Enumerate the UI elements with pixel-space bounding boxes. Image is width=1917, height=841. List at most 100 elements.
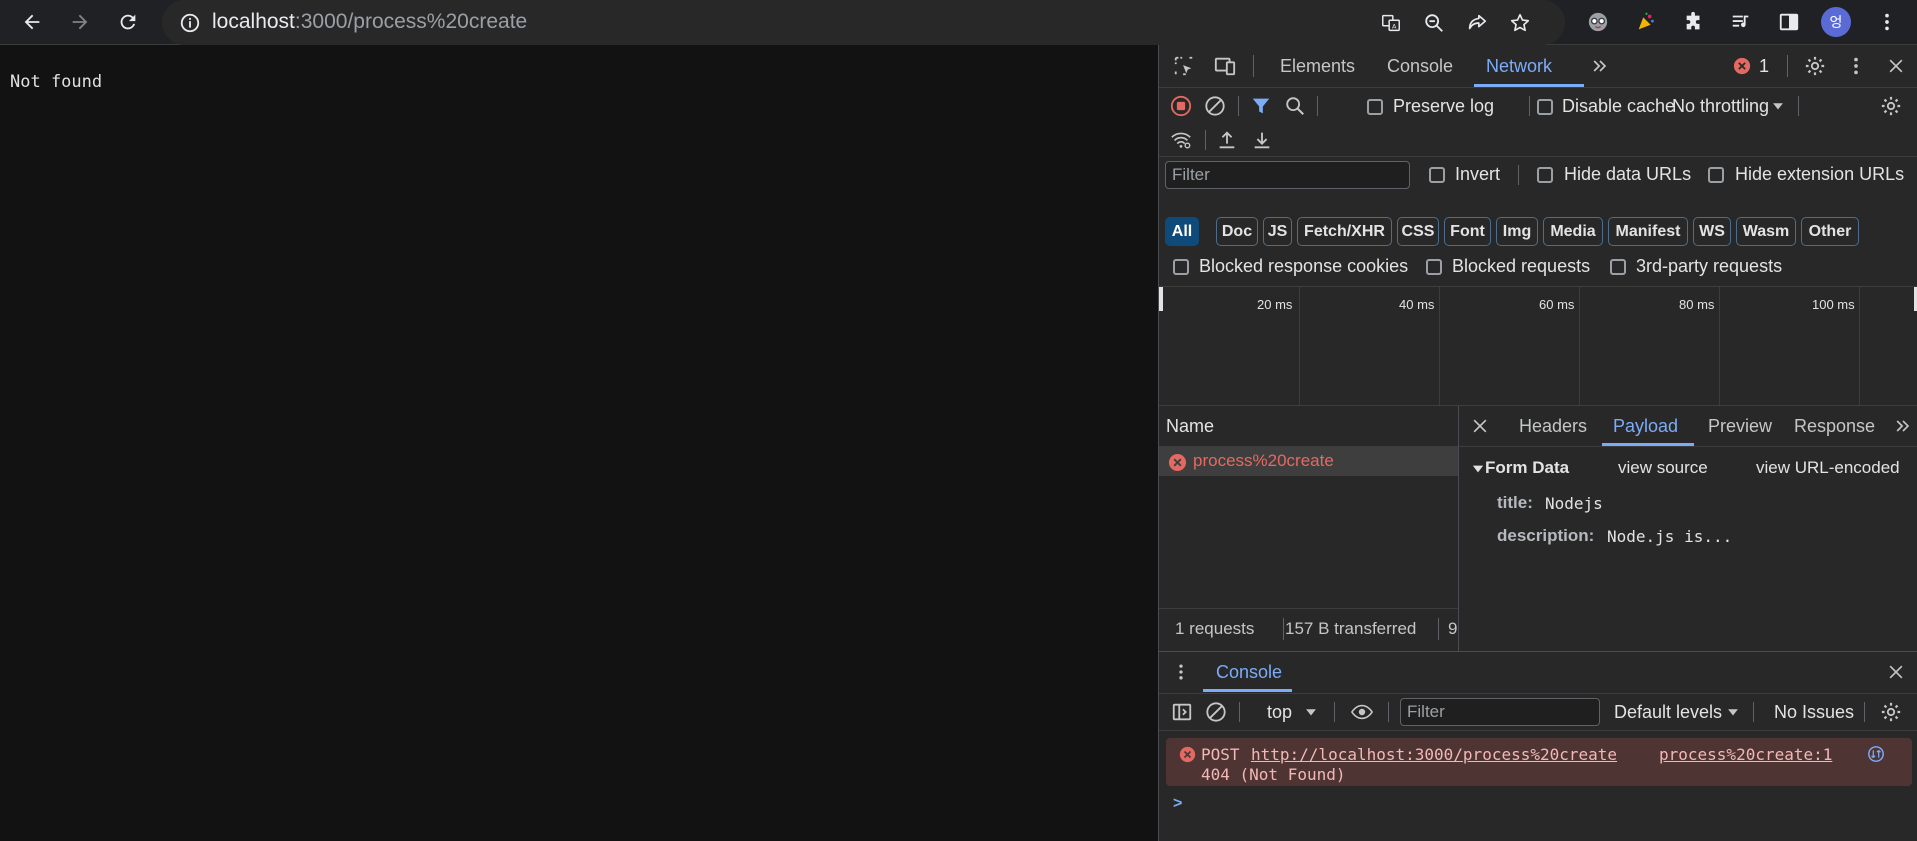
tab-response[interactable]: Response — [1794, 416, 1875, 437]
hide-extension-urls-checkbox[interactable] — [1708, 167, 1724, 183]
console-prompt[interactable]: > — [1173, 795, 1182, 813]
console-message-method: POST — [1201, 745, 1240, 764]
url-text: localhost:3000/process%20create — [212, 10, 528, 33]
close-devtools-icon[interactable] — [1881, 51, 1911, 81]
zoom-icon[interactable] — [1418, 7, 1450, 39]
console-message-source-link[interactable]: process%20create:1 — [1659, 745, 1832, 764]
chip-other[interactable]: Other — [1801, 217, 1859, 246]
filter-funnel-icon[interactable] — [1247, 92, 1275, 120]
device-toolbar-icon[interactable] — [1210, 51, 1240, 81]
issues-count[interactable]: No Issues — [1774, 702, 1854, 723]
blocked-response-cookies-checkbox[interactable] — [1173, 259, 1189, 275]
request-list: Name process%20create 1 requests 157 B t… — [1159, 406, 1458, 651]
bookmark-star-icon[interactable] — [1504, 7, 1536, 39]
close-details-icon[interactable] — [1467, 413, 1493, 439]
console-clear-icon[interactable] — [1202, 698, 1230, 726]
devtools-panel: Elements Console Network 1 Preserve log … — [1158, 45, 1917, 841]
forward-arrow-icon[interactable] — [64, 6, 96, 38]
tab-preview[interactable]: Preview — [1708, 416, 1772, 437]
export-har-icon[interactable] — [1248, 126, 1276, 154]
view-url-encoded-link[interactable]: view URL-encoded — [1756, 458, 1900, 478]
error-count-icon[interactable] — [1732, 56, 1752, 76]
clear-icon[interactable] — [1201, 92, 1229, 120]
back-arrow-icon[interactable] — [16, 6, 48, 38]
close-drawer-icon[interactable] — [1883, 659, 1909, 685]
form-field-value: Node.js is... — [1607, 527, 1733, 546]
network-conditions-icon[interactable] — [1167, 126, 1195, 154]
console-settings-gear-icon[interactable] — [1877, 698, 1905, 726]
chip-img[interactable]: Img — [1496, 217, 1538, 246]
network-filter-input[interactable]: Filter — [1165, 161, 1410, 189]
third-party-requests-checkbox[interactable] — [1610, 259, 1626, 275]
blocked-requests-label: Blocked requests — [1452, 256, 1591, 276]
chip-doc[interactable]: Doc — [1216, 217, 1258, 246]
disable-cache-checkbox[interactable] — [1537, 99, 1553, 115]
browser-toolbar: A localhost:3000/process%20create 엉 — [0, 0, 1917, 45]
chip-wasm[interactable]: Wasm — [1736, 217, 1796, 246]
network-timeline-overview[interactable]: 20 ms 40 ms 60 ms 80 ms 100 ms — [1159, 287, 1917, 405]
tab-console[interactable]: Console — [1387, 56, 1453, 77]
live-expression-eye-icon[interactable] — [1347, 698, 1377, 726]
browser-menu-icon[interactable] — [1871, 6, 1903, 38]
extensions-puzzle-icon[interactable] — [1678, 6, 1710, 38]
throttling-select[interactable]: No throttling — [1672, 96, 1769, 117]
console-filter-input[interactable]: Filter — [1400, 698, 1600, 726]
console-error-message[interactable]: POST http://localhost:3000/process%20cre… — [1166, 738, 1912, 786]
chip-all[interactable]: All — [1165, 217, 1199, 246]
tab-payload[interactable]: Payload — [1613, 416, 1678, 437]
extension-party-icon[interactable] — [1630, 6, 1662, 38]
log-levels-dropdown-icon[interactable] — [1723, 702, 1743, 722]
tab-elements[interactable]: Elements — [1280, 56, 1355, 77]
view-source-link[interactable]: view source — [1618, 458, 1708, 478]
network-request-link-icon[interactable] — [1866, 744, 1886, 764]
drawer-menu-icon[interactable] — [1168, 659, 1194, 685]
settings-gear-icon[interactable] — [1800, 51, 1830, 81]
error-count[interactable]: 1 — [1759, 56, 1769, 77]
invert-checkbox[interactable] — [1429, 167, 1445, 183]
inspect-element-icon[interactable] — [1169, 51, 1199, 81]
request-list-name-header[interactable]: Name — [1166, 416, 1214, 437]
table-row[interactable]: process%20create — [1159, 447, 1458, 476]
throttling-dropdown-icon[interactable] — [1768, 96, 1788, 116]
chip-font[interactable]: Font — [1444, 217, 1491, 246]
summary-request-count: 1 requests — [1175, 619, 1255, 638]
form-data-expand-icon[interactable] — [1471, 462, 1485, 476]
profile-avatar[interactable]: 엉 — [1820, 6, 1852, 38]
tab-headers[interactable]: Headers — [1519, 416, 1587, 437]
extension-glasses-icon[interactable] — [1582, 6, 1614, 38]
blocked-requests-checkbox[interactable] — [1426, 259, 1442, 275]
record-stop-icon[interactable] — [1167, 92, 1195, 120]
console-sidebar-icon[interactable] — [1168, 698, 1196, 726]
media-queue-icon[interactable] — [1725, 6, 1757, 38]
hide-data-urls-checkbox[interactable] — [1537, 167, 1553, 183]
reload-icon[interactable] — [112, 6, 144, 38]
preserve-log-checkbox[interactable] — [1367, 99, 1383, 115]
more-detail-tabs-chevron-icon[interactable] — [1891, 414, 1915, 438]
translate-icon[interactable]: A — [1375, 7, 1407, 39]
form-data-title[interactable]: Form Data — [1485, 458, 1569, 478]
timeline-start-handle[interactable] — [1159, 287, 1163, 311]
chip-media[interactable]: Media — [1543, 217, 1603, 246]
console-message-url[interactable]: http://localhost:3000/process%20create — [1251, 745, 1617, 764]
side-panel-icon[interactable] — [1773, 6, 1805, 38]
log-levels-select[interactable]: Default levels — [1614, 702, 1722, 723]
search-icon[interactable] — [1281, 92, 1309, 120]
chip-fetch-xhr[interactable]: Fetch/XHR — [1297, 217, 1392, 246]
chip-js[interactable]: JS — [1263, 217, 1292, 246]
chip-ws[interactable]: WS — [1693, 217, 1731, 246]
share-icon[interactable] — [1461, 7, 1493, 39]
site-info-icon[interactable] — [174, 7, 206, 39]
context-dropdown-icon[interactable] — [1301, 702, 1321, 722]
chip-manifest[interactable]: Manifest — [1608, 217, 1688, 246]
drawer-tab-console[interactable]: Console — [1216, 662, 1282, 683]
more-tabs-chevron-icon[interactable] — [1587, 53, 1613, 79]
context-selector[interactable]: top — [1267, 702, 1292, 723]
invert-label: Invert — [1455, 164, 1501, 184]
devtools-menu-icon[interactable] — [1841, 51, 1871, 81]
network-settings-gear-icon[interactable] — [1877, 92, 1905, 120]
import-har-icon[interactable] — [1213, 126, 1241, 154]
filter-bar: Filter Invert Hide data URLs Hide extens… — [1159, 157, 1917, 193]
tab-network[interactable]: Network — [1486, 56, 1552, 77]
chip-css[interactable]: CSS — [1397, 217, 1439, 246]
request-error-icon — [1167, 452, 1187, 472]
